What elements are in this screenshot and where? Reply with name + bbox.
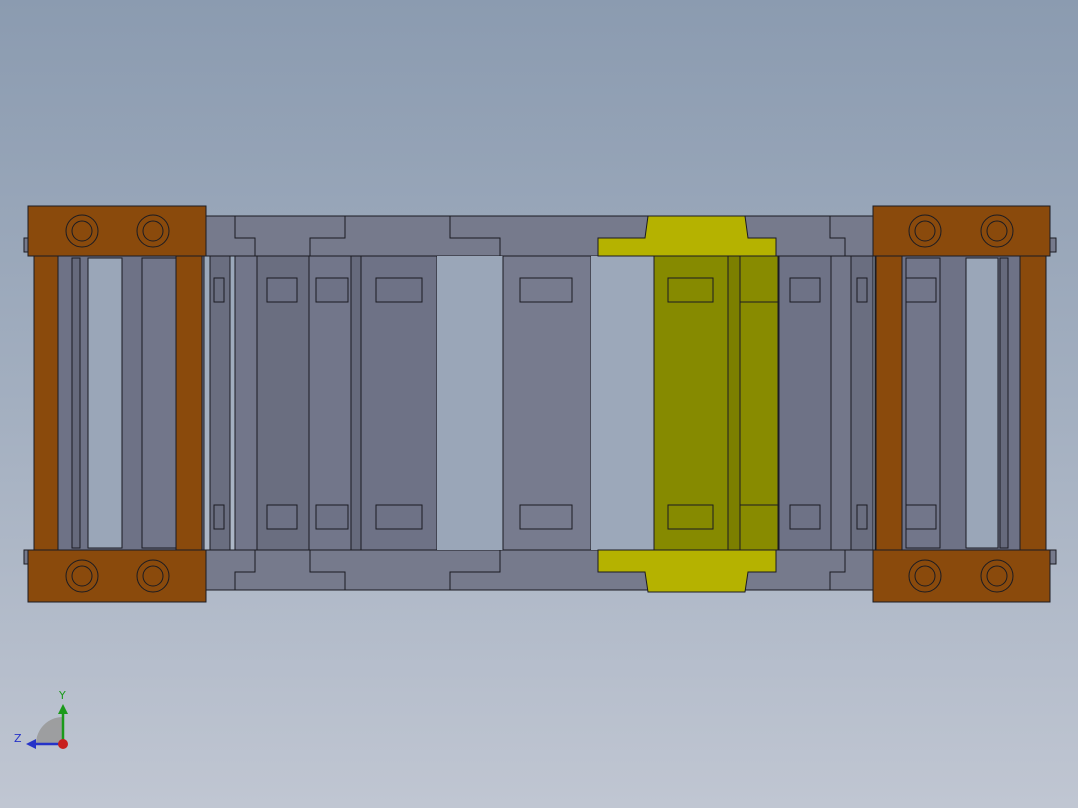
triad-arc bbox=[36, 717, 63, 744]
slot bbox=[266, 504, 298, 530]
right-bracket-window bbox=[965, 257, 999, 549]
right-bracket-post bbox=[1019, 255, 1047, 551]
right-mounting-bracket[interactable] bbox=[872, 205, 1057, 603]
link-plate-9 bbox=[830, 255, 852, 551]
right-bracket-post bbox=[875, 255, 903, 551]
left-bracket-bottom-block bbox=[27, 549, 207, 603]
selected-link-side bbox=[727, 255, 741, 551]
right-bracket-bottom-block bbox=[872, 549, 1051, 603]
slot bbox=[213, 277, 225, 303]
bottom-rail bbox=[199, 549, 881, 591]
slot bbox=[315, 504, 349, 530]
right-bracket-top-block bbox=[872, 205, 1051, 257]
left-bracket-post bbox=[175, 255, 203, 551]
slot bbox=[519, 504, 573, 530]
link-plate-2 bbox=[234, 255, 258, 551]
slot bbox=[266, 277, 298, 303]
orientation-triad[interactable]: Y Z bbox=[14, 689, 68, 749]
cad-viewport[interactable]: Y Z bbox=[0, 0, 1078, 808]
slot bbox=[905, 504, 937, 530]
slot bbox=[856, 504, 868, 530]
triad-x-axis-dot-icon bbox=[58, 739, 68, 749]
slot bbox=[213, 504, 225, 530]
left-bracket-top-block bbox=[27, 205, 207, 257]
slot bbox=[667, 504, 714, 530]
triad-z-label: Z bbox=[14, 732, 22, 745]
link-plate-5 bbox=[350, 255, 362, 551]
cad-model-view[interactable]: Y Z bbox=[0, 0, 1078, 808]
triad-y-arrow-icon bbox=[58, 704, 68, 714]
slot bbox=[375, 504, 423, 530]
slot bbox=[315, 277, 349, 303]
selected-link-side bbox=[739, 255, 779, 551]
slot bbox=[789, 504, 821, 530]
left-bracket-window bbox=[87, 257, 123, 549]
slot bbox=[905, 277, 937, 303]
slot bbox=[667, 277, 714, 303]
left-mounting-bracket[interactable] bbox=[23, 205, 207, 603]
slot bbox=[375, 277, 423, 303]
link-gap-2 bbox=[591, 256, 654, 550]
left-bracket-post bbox=[33, 255, 59, 551]
triad-y-label: Y bbox=[58, 689, 66, 702]
link-gap-1 bbox=[437, 256, 503, 550]
top-rail bbox=[199, 215, 881, 257]
slot bbox=[519, 277, 573, 303]
slot bbox=[856, 277, 868, 303]
slot bbox=[789, 277, 821, 303]
triad-z-arrow-icon bbox=[26, 739, 36, 749]
